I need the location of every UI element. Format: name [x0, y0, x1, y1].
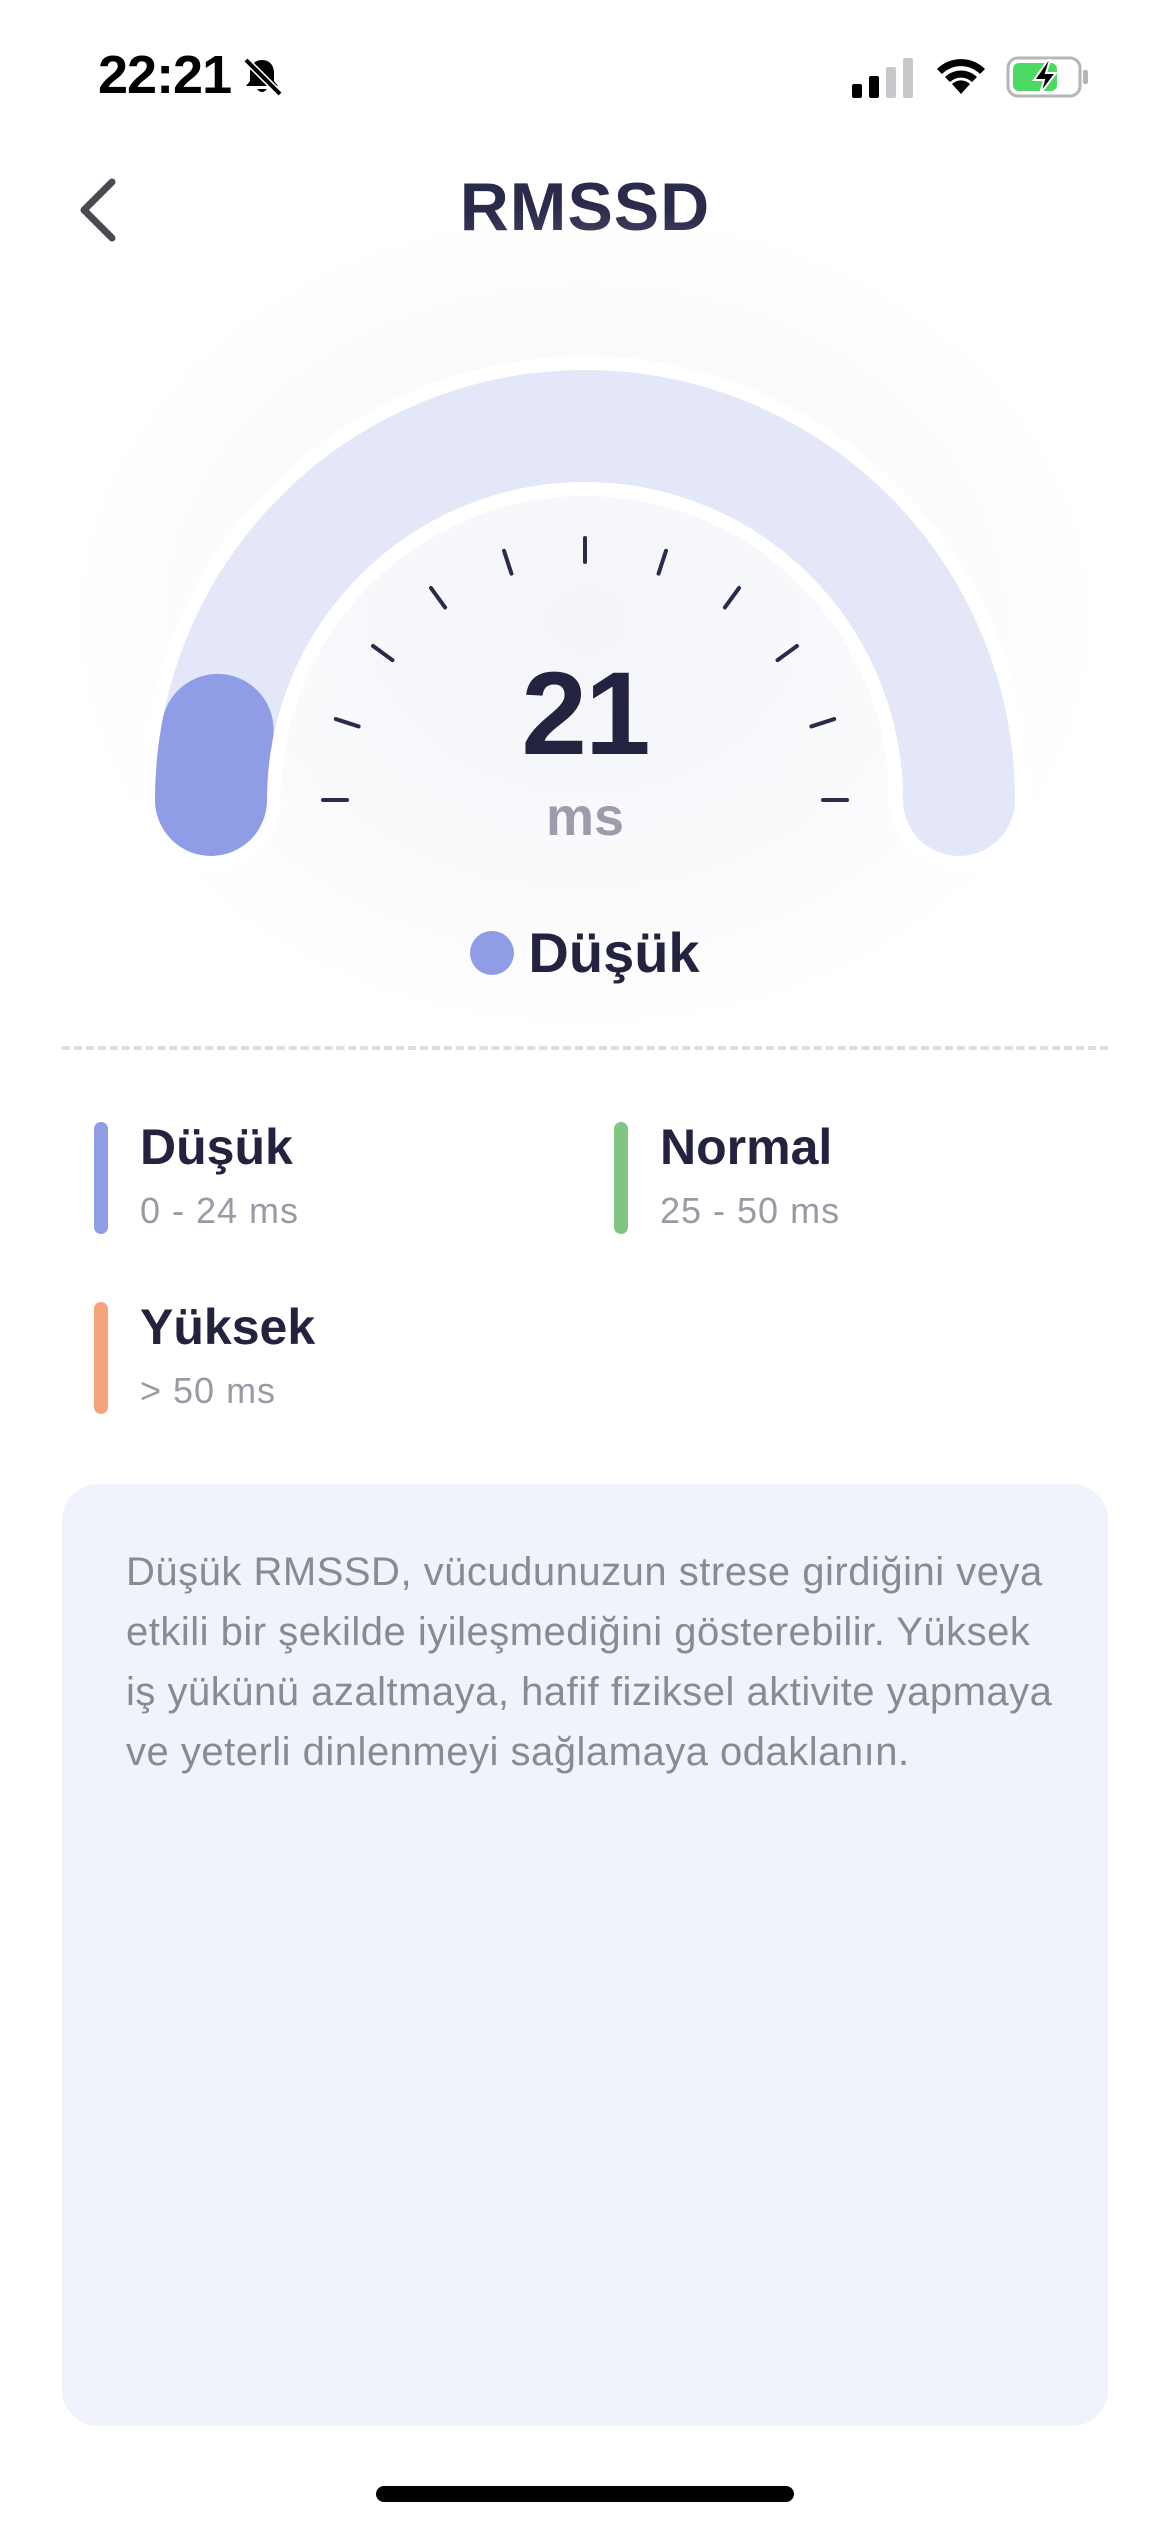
legend-item-high: Yüksek > 50 ms	[94, 1298, 574, 1418]
legend-title: Yüksek	[140, 1299, 316, 1355]
gauge-unit: ms	[545, 787, 625, 847]
legend-item-low: Düşük 0 - 24 ms	[94, 1118, 574, 1238]
info-text: Düşük RMSSD, vücudunuzun strese girdiğin…	[126, 1550, 1053, 1774]
legend-range: 0 - 24 ms	[140, 1190, 300, 1231]
legend-bar-high	[94, 1302, 108, 1414]
legend-range: > 50 ms	[140, 1370, 277, 1411]
dashed-divider	[62, 1046, 1108, 1050]
gauge-tick	[429, 586, 448, 610]
status-time: 22:21	[98, 45, 232, 105]
bell-slash-icon	[243, 57, 283, 97]
cellular-signal-icon	[852, 58, 913, 98]
status-indicator: Düşük	[0, 920, 1170, 985]
gauge-tick	[722, 586, 741, 610]
legend-title: Düşük	[140, 1119, 293, 1175]
status-dot	[470, 930, 515, 975]
status-label: Düşük	[528, 921, 700, 984]
battery-charging-icon	[1006, 56, 1088, 98]
gauge-tick	[502, 548, 514, 576]
legend-bar-low	[94, 1122, 108, 1234]
gauge-tick	[656, 548, 668, 576]
info-card: Düşük RMSSD, vücudunuzun strese girdiğin…	[62, 1484, 1108, 2426]
legend-bar-normal	[614, 1122, 628, 1234]
legend-range: 25 - 50 ms	[660, 1190, 841, 1231]
gauge-value: 21	[521, 648, 650, 780]
home-indicator[interactable]	[376, 2486, 794, 2502]
legend-item-normal: Normal 25 - 50 ms	[614, 1118, 1094, 1238]
wifi-icon	[937, 59, 985, 94]
legend-title: Normal	[660, 1119, 833, 1175]
status-bar: 22:21	[0, 0, 1170, 150]
